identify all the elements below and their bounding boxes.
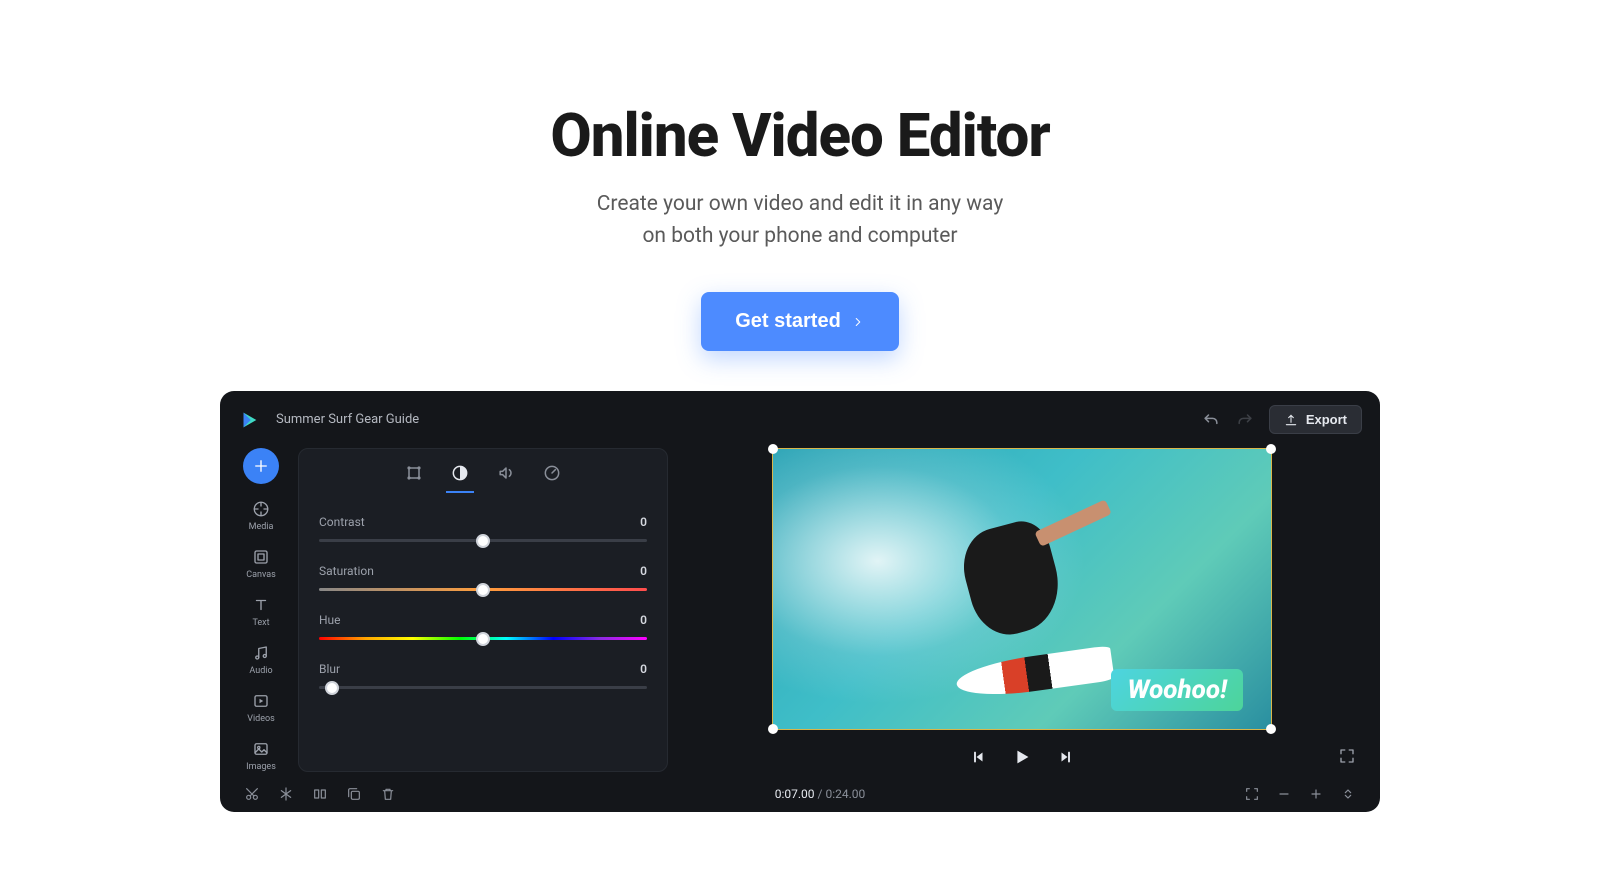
delete-button[interactable]: [380, 786, 396, 802]
cut-button[interactable]: [244, 786, 260, 802]
rail-item-canvas[interactable]: Canvas: [246, 548, 276, 580]
tab-crop[interactable]: [404, 463, 424, 483]
rail-label: Images: [246, 762, 276, 772]
slider-label: Blur: [319, 662, 340, 676]
slider-thumb[interactable]: [476, 534, 490, 548]
slider-hue: Hue 0: [319, 613, 647, 640]
slider-value: 0: [640, 564, 647, 578]
side-rail: Media Canvas Text Audio Videos Images: [238, 448, 284, 772]
plus-icon: [252, 457, 270, 475]
slider-label: Hue: [319, 613, 341, 627]
zoom-out-button[interactable]: [1276, 786, 1292, 802]
video-frame: Woohoo!: [773, 449, 1271, 729]
preview-canvas[interactable]: Woohoo!: [772, 448, 1272, 730]
video-editor-app: Summer Surf Gear Guide Export Media: [220, 391, 1380, 812]
adjust-panel: Contrast 0 Saturation 0 Hue 0 Blur 0: [298, 448, 668, 772]
slider-label: Contrast: [319, 515, 365, 529]
slider-track[interactable]: [319, 637, 647, 640]
zoom-in-button[interactable]: [1308, 786, 1324, 802]
media-icon: [252, 500, 270, 518]
rail-item-videos[interactable]: Videos: [247, 692, 275, 724]
redo-button[interactable]: [1235, 410, 1255, 430]
slider-saturation: Saturation 0: [319, 564, 647, 591]
fullscreen-button[interactable]: [1338, 747, 1356, 768]
export-button[interactable]: Export: [1269, 405, 1362, 434]
slider-value: 0: [640, 662, 647, 676]
slider-blur: Blur 0: [319, 662, 647, 689]
rail-label: Text: [252, 618, 269, 628]
rail-item-text[interactable]: Text: [252, 596, 270, 628]
rail-label: Media: [249, 522, 274, 532]
slider-thumb[interactable]: [476, 632, 490, 646]
resize-handle-tl[interactable]: [768, 444, 778, 454]
skip-forward-button[interactable]: [1057, 748, 1075, 766]
export-label: Export: [1306, 412, 1347, 427]
cta-label: Get started: [735, 310, 841, 333]
undo-button[interactable]: [1201, 410, 1221, 430]
slider-track[interactable]: [319, 588, 647, 591]
get-started-button[interactable]: Get started: [701, 292, 899, 351]
chevron-right-icon: [851, 315, 865, 329]
rail-label: Videos: [247, 714, 275, 724]
page-title: Online Video Editor: [0, 100, 1600, 171]
split-button[interactable]: [312, 786, 328, 802]
videos-icon: [252, 692, 270, 710]
slider-label: Saturation: [319, 564, 374, 578]
slider-track[interactable]: [319, 686, 647, 689]
app-logo: [238, 409, 260, 431]
audio-icon: [252, 644, 270, 662]
collapse-button[interactable]: [1340, 786, 1356, 802]
rail-item-audio[interactable]: Audio: [249, 644, 272, 676]
rail-label: Canvas: [246, 570, 276, 580]
text-icon: [252, 596, 270, 614]
slider-value: 0: [640, 613, 647, 627]
total-time: 0:24.00: [825, 787, 865, 801]
duplicate-button[interactable]: [346, 786, 362, 802]
rail-label: Audio: [249, 666, 272, 676]
current-time: 0:07.00: [775, 787, 815, 801]
freeze-button[interactable]: [278, 786, 294, 802]
slider-contrast: Contrast 0: [319, 515, 647, 542]
caption-overlay[interactable]: Woohoo!: [1111, 669, 1243, 711]
resize-handle-bl[interactable]: [768, 724, 778, 734]
images-icon: [252, 740, 270, 758]
fit-button[interactable]: [1244, 786, 1260, 802]
page-subtitle: Create your own video and edit it in any…: [0, 189, 1600, 252]
project-title: Summer Surf Gear Guide: [276, 412, 419, 427]
tab-speed[interactable]: [542, 463, 562, 483]
slider-thumb[interactable]: [325, 681, 339, 695]
timeline-time: 0:07.00 / 0:24.00: [775, 787, 866, 801]
slider-thumb[interactable]: [476, 583, 490, 597]
slider-track[interactable]: [319, 539, 647, 542]
resize-handle-tr[interactable]: [1266, 444, 1276, 454]
play-button[interactable]: [1011, 746, 1033, 768]
upload-icon: [1284, 413, 1298, 427]
resize-handle-br[interactable]: [1266, 724, 1276, 734]
slider-value: 0: [640, 515, 647, 529]
rail-item-media[interactable]: Media: [249, 500, 274, 532]
skip-back-button[interactable]: [969, 748, 987, 766]
tab-volume[interactable]: [496, 463, 516, 483]
subtitle-line-2: on both your phone and computer: [642, 224, 957, 248]
add-button[interactable]: [243, 448, 279, 484]
canvas-icon: [252, 548, 270, 566]
tab-adjust[interactable]: [450, 463, 470, 483]
rail-item-images[interactable]: Images: [246, 740, 276, 772]
subtitle-line-1: Create your own video and edit it in any…: [597, 192, 1004, 216]
